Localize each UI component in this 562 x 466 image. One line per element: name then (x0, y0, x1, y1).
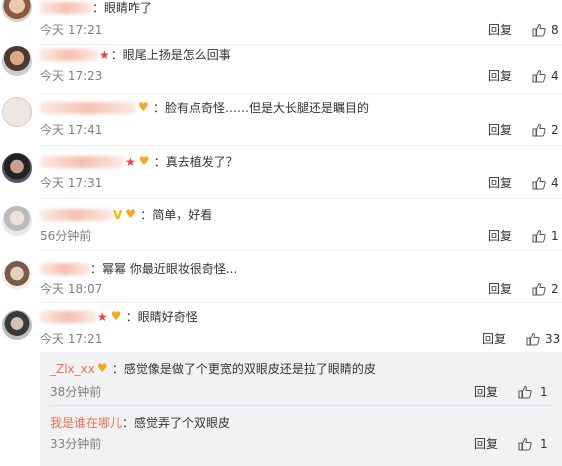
divider (40, 44, 562, 45)
divider (40, 302, 562, 303)
comment-text: ：眼睛好奇怪 (125, 310, 198, 324)
member-heart-icon: ♥ (110, 309, 122, 323)
reply-time: 33分钟前 (50, 437, 102, 451)
member-heart-icon: ♥ (138, 154, 150, 168)
reply-text: ：感觉弄了个双眼皮 (122, 416, 231, 430)
like-count: 1 (551, 229, 559, 243)
comment-text: ：幂幂 你最近眼妆很奇怪... (90, 262, 238, 276)
avatar[interactable] (2, 0, 32, 22)
comment-line: ：幂幂 你最近眼妆很奇怪... (40, 262, 237, 276)
thumbs-up-icon[interactable] (532, 176, 546, 190)
comment-line: ★ ♥ ：眼睛好奇怪 (40, 310, 198, 324)
comment-time: 56分钟前 (40, 229, 92, 243)
like-count: 4 (551, 176, 559, 190)
avatar[interactable] (2, 97, 32, 127)
like-count: 2 (551, 123, 559, 137)
divider (40, 93, 562, 94)
star-badge-icon: ★ (99, 48, 110, 62)
verified-v-icon: V (113, 208, 123, 222)
username[interactable] (40, 209, 112, 221)
thumbs-up-icon[interactable] (532, 123, 546, 137)
reply-username[interactable]: 我是谁在哪儿 (50, 416, 122, 430)
comment-line: V ♥ ：简单，好看 (40, 208, 212, 222)
member-heart-icon: ♥ (96, 361, 108, 375)
star-badge-icon: ★ (97, 310, 108, 324)
divider (50, 405, 554, 406)
thumbs-up-icon[interactable] (532, 282, 546, 296)
comment-text: ：简单，好看 (140, 208, 213, 222)
comment-time: 今天 17:21 (40, 23, 103, 37)
member-heart-icon: ♥ (138, 100, 149, 114)
username[interactable] (40, 311, 96, 323)
comment-text: ：脸有点奇怪……但是大长腿还是瞩目的 (153, 101, 370, 115)
avatar[interactable] (2, 206, 32, 236)
like-count: 2 (551, 282, 559, 296)
username[interactable] (40, 156, 124, 168)
avatar[interactable] (2, 46, 32, 76)
comment-time: 今天 17:31 (40, 176, 103, 190)
divider (40, 198, 562, 199)
comment-time: 今天 17:23 (40, 69, 103, 83)
comment-text: ：眼尾上扬是怎么回事 (110, 48, 231, 62)
reply-line: 我是谁在哪儿：感觉弄了个双眼皮 (50, 416, 230, 430)
thumbs-up-icon[interactable] (532, 69, 546, 83)
comment-text: ：眼睛咋了 (92, 1, 153, 15)
thumbs-up-icon[interactable] (518, 385, 532, 399)
thumbs-up-icon[interactable] (518, 437, 532, 451)
comment-time: 今天 17:41 (40, 123, 103, 137)
avatar[interactable] (2, 260, 32, 290)
thumbs-up-icon[interactable] (532, 229, 546, 243)
reply-button[interactable]: 回复 (488, 229, 512, 243)
comment-line: ♥ ：脸有点奇怪……但是大长腿还是瞩目的 (40, 101, 369, 115)
reply-button[interactable]: 回复 (488, 282, 512, 296)
like-count: 4 (551, 69, 559, 83)
divider (40, 145, 562, 146)
thumbs-up-icon[interactable] (532, 23, 546, 37)
like-count: 1 (540, 385, 548, 399)
avatar[interactable] (2, 153, 32, 183)
comment-line: ★：眼尾上扬是怎么回事 (40, 48, 231, 62)
divider (40, 250, 562, 251)
like-count: 8 (551, 23, 559, 37)
reply-button[interactable]: 回复 (474, 385, 498, 399)
comment-line: ：眼睛咋了 (40, 1, 152, 15)
thumbs-up-icon[interactable] (526, 332, 540, 346)
comment-text: ：真去植发了？ (153, 155, 238, 169)
like-count: 1 (540, 437, 548, 451)
reply-button[interactable]: 回复 (488, 176, 512, 190)
avatar[interactable] (2, 310, 32, 340)
reply-button[interactable]: 回复 (488, 123, 512, 137)
reply-text: ：感觉像是做了个更宽的双眼皮还是拉了眼睛的皮 (111, 362, 376, 376)
reply-button[interactable]: 回复 (488, 23, 512, 37)
username[interactable] (40, 2, 92, 14)
reply-username[interactable]: _Zlx_xx (50, 362, 95, 376)
reply-button[interactable]: 回复 (474, 437, 498, 451)
like-count: 33 (545, 332, 561, 346)
reply-line: _Zlx_xx ♥ ：感觉像是做了个更宽的双眼皮还是拉了眼睛的皮 (50, 362, 376, 376)
username[interactable] (40, 102, 136, 114)
star-badge-icon: ★ (125, 155, 136, 169)
reply-time: 38分钟前 (50, 385, 102, 399)
reply-button[interactable]: 回复 (488, 69, 512, 83)
comment-time: 今天 18:07 (40, 282, 103, 296)
reply-button[interactable]: 回复 (482, 332, 506, 346)
member-heart-icon: ♥ (125, 207, 137, 221)
comment-time: 今天 17:21 (40, 332, 103, 346)
comment-line: ★ ♥ ：真去植发了？ (40, 155, 238, 169)
username[interactable] (40, 263, 90, 275)
username[interactable] (40, 49, 98, 61)
